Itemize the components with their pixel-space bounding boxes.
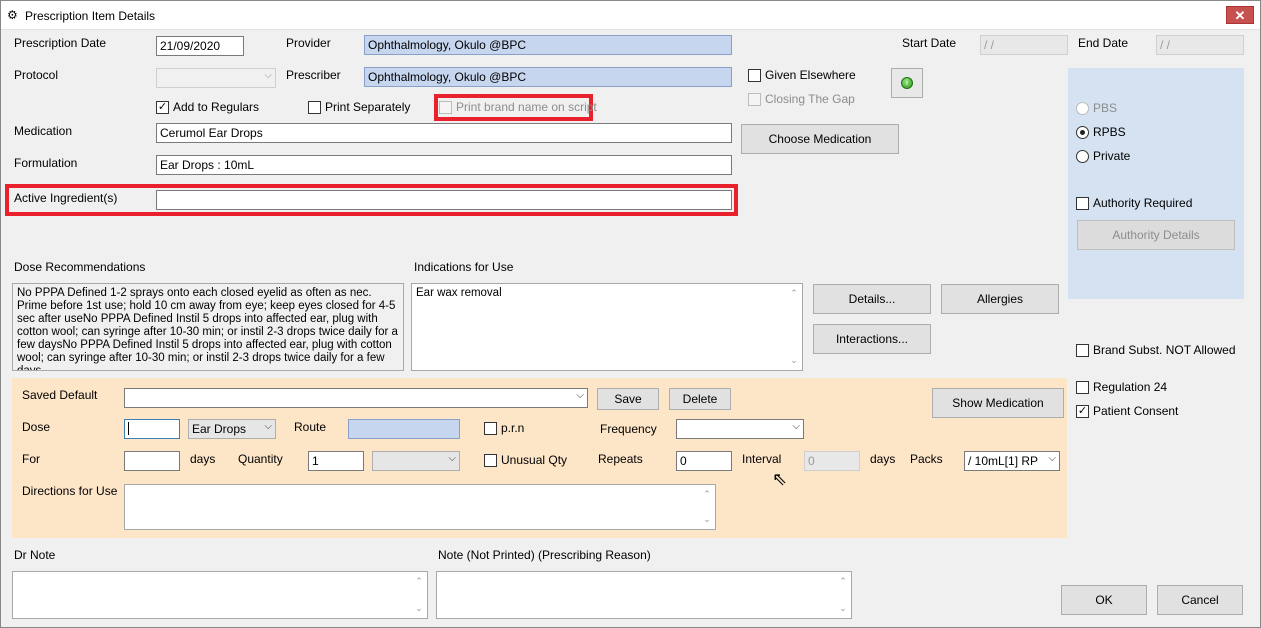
route-field[interactable] [348, 419, 460, 439]
closing-the-gap-checkbox[interactable]: Closing The Gap [748, 92, 855, 106]
ok-button[interactable]: OK [1061, 585, 1147, 615]
chevron-down-icon: ⌵ [264, 421, 272, 432]
rpbs-radio[interactable]: RPBS [1076, 125, 1126, 139]
print-brand-name-checkbox[interactable]: Print brand name on script [439, 100, 597, 114]
details-button[interactable]: Details... [813, 284, 931, 314]
medication-label: Medication [14, 124, 73, 138]
choose-medication-button[interactable]: Choose Medication [741, 124, 899, 154]
saved-default-select[interactable]: ⌵ [124, 388, 588, 408]
allergies-button[interactable]: Allergies [941, 284, 1059, 314]
note-not-printed-field[interactable]: ⌃ ⌄ [436, 571, 852, 619]
note-scrollbar[interactable]: ⌃ ⌄ [835, 572, 851, 618]
prescriber-label: Prescriber [286, 68, 341, 82]
window-title: Prescription Item Details [25, 9, 156, 23]
authority-required-checkbox[interactable]: Authority Required [1076, 196, 1192, 210]
for-field[interactable] [124, 451, 180, 471]
directions-field[interactable]: ⌃ ⌄ [124, 484, 716, 530]
info-button[interactable]: i [891, 68, 923, 98]
pbs-radio[interactable]: PBS [1076, 101, 1117, 115]
chevron-down-icon: ⌵ [792, 421, 800, 432]
cancel-button[interactable]: Cancel [1157, 585, 1243, 615]
chevron-down-icon: ⌵ [1048, 453, 1056, 464]
dr-note-field[interactable]: ⌃ ⌄ [12, 571, 428, 619]
authority-details-button[interactable]: Authority Details [1077, 220, 1235, 250]
formulation-field[interactable]: Ear Drops : 10mL [156, 155, 732, 175]
given-elsewhere-checkbox[interactable]: Given Elsewhere [748, 68, 856, 82]
dose-recommendations-text: No PPPA Defined 1-2 sprays onto each clo… [12, 283, 404, 371]
title-bar: ⚙ Prescription Item Details ✕ [1, 1, 1260, 30]
provider-label: Provider [286, 36, 331, 50]
directions-label: Directions for Use [22, 484, 118, 498]
for-days-label: days [190, 452, 216, 466]
quantity-label: Quantity [238, 452, 283, 466]
note-not-printed-label: Note (Not Printed) (Prescribing Reason) [438, 548, 651, 562]
indications-text: Ear wax removal [416, 287, 502, 299]
regulation-24-checkbox[interactable]: Regulation 24 [1076, 380, 1167, 394]
protocol-select[interactable]: ⌵ [156, 68, 276, 88]
active-ingredients-label: Active Ingredient(s) [14, 191, 118, 205]
delete-button[interactable]: Delete [669, 388, 731, 410]
chevron-down-icon: ⌵ [264, 70, 272, 81]
start-date-label: Start Date [902, 36, 957, 50]
active-ingredients-field[interactable] [156, 190, 732, 210]
packs-label: Packs [910, 452, 943, 466]
private-radio[interactable]: Private [1076, 149, 1130, 163]
indications-label: Indications for Use [414, 260, 514, 274]
protocol-label: Protocol [14, 68, 59, 82]
indications-field[interactable]: Ear wax removal ⌃ ⌄ [411, 283, 803, 371]
formulation-label: Formulation [14, 156, 78, 170]
patient-consent-checkbox[interactable]: ✓ Patient Consent [1076, 404, 1178, 418]
dr-note-label: Dr Note [14, 548, 56, 562]
interval-field[interactable]: 0 [804, 451, 860, 471]
indications-scrollbar[interactable]: ⌃ ⌄ [786, 284, 802, 370]
dose-recommendations-label: Dose Recommendations [14, 260, 146, 274]
save-button[interactable]: Save [597, 388, 659, 410]
repeats-field[interactable]: 0 [676, 451, 732, 471]
close-button[interactable]: ✕ [1226, 6, 1254, 24]
prescription-date-label: Prescription Date [14, 36, 107, 50]
unusual-qty-checkbox[interactable]: Unusual Qty [484, 453, 567, 467]
app-icon: ⚙ [7, 8, 18, 22]
prn-checkbox[interactable]: p.r.n [484, 421, 524, 435]
print-separately-checkbox[interactable]: Print Separately [308, 100, 410, 114]
quantity-unit-select[interactable]: ⌵ [372, 451, 460, 471]
end-date-label: End Date [1078, 36, 1129, 50]
end-date-field[interactable]: / / [1156, 35, 1244, 55]
prescription-item-window: ⚙ Prescription Item Details ✕ Prescripti… [0, 0, 1261, 628]
for-label: For [22, 452, 40, 466]
saved-default-label: Saved Default [22, 388, 98, 402]
prescriber-field[interactable]: Ophthalmology, Okulo @BPC [364, 67, 732, 87]
frequency-label: Frequency [600, 422, 657, 436]
interactions-button[interactable]: Interactions... [813, 324, 931, 354]
mouse-cursor-icon: ⇖ [772, 469, 788, 489]
interval-label: Interval [742, 452, 782, 466]
dose-field[interactable] [124, 419, 180, 439]
directions-scrollbar[interactable]: ⌃ ⌄ [699, 485, 715, 529]
prescription-date-field[interactable]: 21/09/2020 [156, 36, 244, 56]
chevron-down-icon: ⌵ [448, 453, 456, 464]
show-medication-button[interactable]: Show Medication [932, 388, 1064, 418]
packs-select[interactable]: / 10mL[1] RP ⌵ [964, 451, 1060, 471]
dose-label: Dose [22, 420, 51, 434]
medication-field[interactable]: Cerumol Ear Drops [156, 123, 732, 143]
repeats-label: Repeats [598, 452, 643, 466]
add-to-regulars-checkbox[interactable]: ✓ Add to Regulars [156, 100, 259, 114]
quantity-field[interactable]: 1 [308, 451, 364, 471]
frequency-select[interactable]: ⌵ [676, 419, 804, 439]
start-date-field[interactable]: / / [980, 35, 1068, 55]
provider-field[interactable]: Ophthalmology, Okulo @BPC [364, 35, 732, 55]
chevron-down-icon: ⌵ [576, 390, 584, 401]
brand-subst-checkbox[interactable]: Brand Subst. NOT Allowed [1076, 343, 1236, 357]
route-label: Route [294, 420, 327, 434]
dr-note-scrollbar[interactable]: ⌃ ⌄ [411, 572, 427, 618]
interval-days-label: days [870, 452, 896, 466]
info-icon: i [901, 77, 913, 89]
dose-form-select[interactable]: Ear Drops ⌵ [188, 419, 276, 439]
